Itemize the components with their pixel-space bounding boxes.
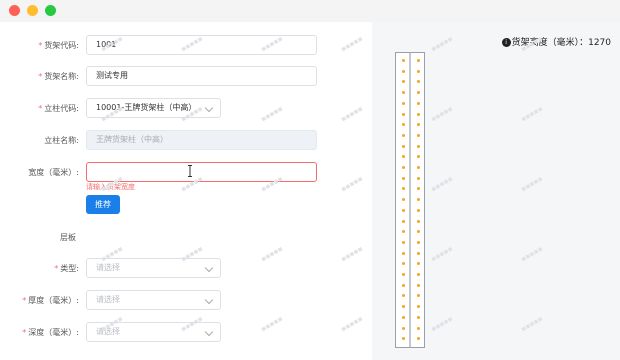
rack-hole-right	[417, 315, 420, 319]
chevron-down-icon	[204, 295, 214, 305]
recommend-button[interactable]: 推荐	[86, 195, 120, 214]
text-cursor-icon	[188, 165, 192, 177]
shelf-name-row: * 货架名称: 测试专用	[0, 66, 372, 88]
column-name-label: 立柱名称:	[44, 136, 79, 145]
rack-hole-left	[402, 283, 405, 287]
rack-hole-left	[402, 219, 405, 223]
rack-hole-right	[417, 240, 420, 244]
rack-hole-right	[417, 59, 420, 62]
rack-hole-right	[417, 176, 420, 180]
shelf-name-label: * 货架名称:	[38, 72, 79, 81]
thickness-row: * 厚度（毫米）: 请选择	[0, 290, 372, 312]
chevron-down-icon	[204, 327, 214, 337]
column-name-input: 王牌货架柱（中高）	[86, 130, 317, 150]
rack-hole-left	[402, 294, 405, 298]
rack-hole-right	[417, 273, 420, 276]
column-name-row: 立柱名称: 王牌货架柱（中高）	[0, 130, 372, 152]
rack-hole-left	[402, 208, 405, 212]
title-bar	[0, 0, 620, 22]
rack-hole-right	[417, 262, 420, 266]
rack-hole-left	[402, 230, 405, 234]
rack-hole-left	[402, 133, 405, 137]
width-row: 宽度（毫米）:	[0, 162, 372, 184]
rack-hole-left	[402, 262, 405, 266]
rack-hole-right	[417, 294, 420, 298]
minimize-window-button[interactable]	[27, 5, 38, 16]
rack-hole-right	[417, 101, 420, 105]
thickness-label: * 厚度（毫米）:	[22, 296, 79, 305]
thickness-select[interactable]: 请选择	[86, 290, 221, 310]
rack-hole-right	[417, 155, 420, 159]
maximize-window-button[interactable]	[45, 5, 56, 16]
rack-hole-right	[417, 69, 420, 73]
section-title-shelf-board: 层板	[60, 233, 76, 242]
rack-hole-left	[402, 144, 405, 148]
rack-hole-right	[417, 305, 420, 309]
shelf-name-input[interactable]: 测试专用	[86, 66, 317, 86]
rack-hole-left	[402, 315, 405, 319]
chevron-down-icon	[204, 103, 214, 113]
rack-hole-right	[417, 219, 420, 223]
rack-hole-left	[402, 69, 405, 73]
rack-hole-right	[417, 251, 420, 255]
rack-hole-left	[402, 326, 405, 330]
rack-hole-left	[402, 101, 405, 105]
rack-hole-left	[402, 176, 405, 180]
shelf-code-label: * 货架代码:	[38, 41, 79, 50]
rack-hole-right	[417, 144, 420, 148]
rack-hole-right	[417, 326, 420, 330]
rack-hole-right	[417, 166, 420, 169]
rack-hole-right	[417, 187, 420, 191]
rack-height-info: i 货架高度（毫米）：1270	[501, 35, 611, 48]
rack-hole-left	[402, 123, 405, 127]
rack-hole-right	[417, 133, 420, 137]
rack-hole-left	[402, 273, 405, 276]
rack-hole-right	[417, 283, 420, 287]
rack-hole-left	[402, 59, 405, 62]
rack-hole-left	[402, 91, 405, 95]
rack-hole-left	[402, 155, 405, 159]
rack-hole-left	[402, 251, 405, 255]
rack-hole-left	[402, 80, 405, 84]
rack-hole-right	[417, 198, 420, 202]
rack-center-line	[409, 53, 411, 347]
depth-label: * 深度（毫米）:	[22, 328, 79, 337]
rack-hole-right	[417, 208, 420, 212]
width-label: 宽度（毫米）:	[28, 168, 79, 177]
chevron-down-icon	[204, 263, 214, 273]
rack-hole-right	[417, 337, 420, 341]
rack-hole-right	[417, 80, 420, 84]
rack-hole-left	[402, 187, 405, 191]
column-code-label: * 立柱代码:	[38, 104, 79, 113]
info-icon: i	[501, 38, 511, 47]
type-label: * 类型:	[54, 264, 79, 273]
rack-hole-left	[402, 305, 405, 309]
rack-hole-left	[402, 337, 405, 341]
rack-hole-left	[402, 240, 405, 244]
rack-hole-left	[402, 198, 405, 202]
rack-hole-right	[417, 230, 420, 234]
close-window-button[interactable]	[9, 5, 20, 16]
rack-hole-right	[417, 91, 420, 95]
rack-hole-left	[402, 112, 405, 116]
rack-hole-right	[417, 112, 420, 116]
rack-column-drawing	[395, 52, 425, 348]
rack-hole-left	[402, 166, 405, 169]
rack-hole-right	[417, 123, 420, 127]
